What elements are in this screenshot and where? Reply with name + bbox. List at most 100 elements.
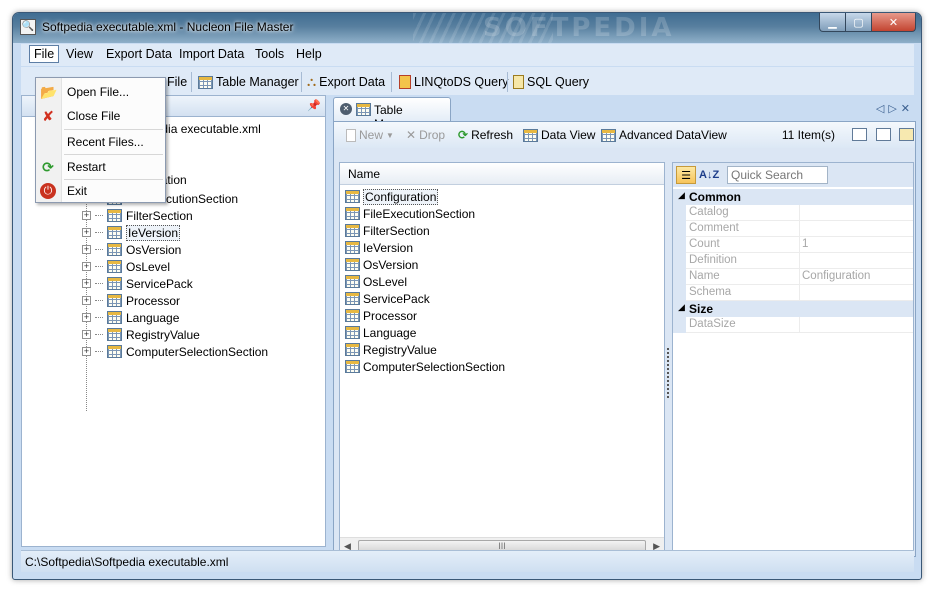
splitter-grip-icon[interactable] [667,348,669,398]
expand-icon[interactable]: + [82,245,91,254]
table-icon [345,309,360,322]
table-manager-button[interactable]: Table Manager [198,73,299,91]
document-panel: ✕ Table Manager ◁▷✕ New ▼ ✕ Drop ⟳ R [333,97,916,557]
minimize-button[interactable]: ▁ [819,13,846,32]
table-row[interactable]: FilterSection [345,222,430,239]
table-icon [107,311,122,324]
table-icon [107,328,122,341]
tree-item-label: ServicePack [126,276,193,291]
menu-item-close-file[interactable]: ✘ Close File [36,104,165,128]
linq-icon [399,75,411,89]
expand-icon[interactable]: + [82,347,91,356]
toolbar-separator [391,72,392,92]
menu-item-open-file[interactable]: 📂 Open File... [36,80,165,104]
table-row[interactable]: Processor [345,307,417,324]
table-row[interactable]: OsLevel [345,273,407,290]
table-row[interactable]: ComputerSelectionSection [345,358,505,375]
maximize-button[interactable]: ▢ [846,13,872,32]
tab-navigation-icons[interactable]: ◁▷✕ [876,102,914,115]
collapse-icon[interactable]: ◢ [678,302,685,313]
panel-splitter[interactable] [666,162,670,555]
property-row[interactable]: Definition [673,253,913,269]
toolbar-button-label: LINQtoDS Query [414,75,509,89]
new-button[interactable]: New ▼ [346,128,394,142]
property-row[interactable]: DataSize [673,317,913,333]
details-view-icon[interactable] [852,128,867,141]
tree-item[interactable]: + OsLevel [82,258,170,275]
menu-file[interactable]: File [29,45,60,63]
list-view-icon[interactable] [876,128,891,141]
table-row[interactable]: FileExecutionSection [345,205,475,222]
menu-item-recent-files[interactable]: Recent Files... [36,130,165,154]
app-icon[interactable]: 🔍 [20,19,36,35]
tab-table-manager[interactable]: ✕ Table Manager [333,97,451,131]
expand-icon[interactable]: + [82,228,91,237]
category-common[interactable]: ◢ Common [673,189,913,205]
tree-item[interactable]: + Language [82,309,179,326]
sql-query-button[interactable]: SQL Query [513,73,589,91]
menu-item-restart[interactable]: ⟳ Restart [36,155,165,179]
tree-item-selected[interactable]: + IeVersion [82,224,181,241]
advanced-dataview-button[interactable]: Advanced DataView [601,128,727,142]
close-file-toolbar-button[interactable]: File [167,73,187,91]
open-folder-icon: 📂 [40,84,58,100]
property-row[interactable]: Count 1 [673,237,913,253]
menu-export-data[interactable]: Export Data [106,47,172,61]
tree-item[interactable]: + RegistryValue [82,326,200,343]
expand-icon[interactable]: + [82,313,91,322]
expand-icon[interactable]: + [82,330,91,339]
sql-icon [513,75,524,89]
property-row[interactable]: Name Configuration [673,269,913,285]
drop-button[interactable]: ✕ Drop [406,128,445,142]
tree-item[interactable]: + FilterSection [82,207,193,224]
toolbar-button-label: Table Manager [216,75,299,89]
tiles-view-icon[interactable] [899,128,914,141]
data-view-button[interactable]: Data View [523,128,595,142]
table-row-selected[interactable]: Configuration [345,188,439,205]
property-row[interactable]: Schema [673,285,913,301]
tree-item-label: ComputerSelectionSection [126,344,269,359]
tree-item[interactable]: + ServicePack [82,275,193,292]
sort-alphabetical-icon[interactable]: A↓Z [699,166,719,184]
table-icon [107,243,122,256]
column-header-name[interactable]: Name [340,163,664,185]
table-row[interactable]: RegistryValue [345,341,437,358]
table-row[interactable]: OsVersion [345,256,418,273]
menu-view[interactable]: View [66,47,93,61]
table-row[interactable]: Language [345,324,416,341]
menu-help[interactable]: Help [296,47,322,61]
pin-icon[interactable]: 📌 [307,99,321,112]
table-icon [345,360,360,373]
menu-item-exit[interactable]: ⏻ Exit [36,179,165,203]
category-size[interactable]: ◢ Size [673,301,913,317]
close-window-button[interactable]: ✕ [872,13,916,32]
table-icon [198,75,213,89]
refresh-button[interactable]: ⟳ Refresh [458,128,513,142]
menu-tools[interactable]: Tools [255,47,284,61]
toolbar-separator [191,72,192,92]
expand-icon[interactable]: + [82,296,91,305]
table-row[interactable]: IeVersion [345,239,413,256]
collapse-icon[interactable]: ◢ [678,190,685,201]
table-icon [345,241,360,254]
table-icon [345,326,360,339]
quick-search-input[interactable]: Quick Search [727,166,828,184]
table-row[interactable]: ServicePack [345,290,430,307]
close-tab-icon[interactable]: ✕ [340,103,352,115]
export-data-button[interactable]: ⛬ Export Data [307,73,385,91]
title-bar[interactable]: SOFTPEDIA 🔍 Softpedia executable.xml - N… [13,13,921,43]
expand-icon[interactable]: + [82,262,91,271]
tree-item[interactable]: + OsVersion [82,241,181,258]
tree-item-label: FilterSection [126,208,193,223]
tree-item[interactable]: + Processor [82,292,180,309]
expand-icon[interactable]: + [82,279,91,288]
property-row[interactable]: Catalog [673,205,913,221]
expand-icon[interactable]: + [82,211,91,220]
property-row[interactable]: Comment [673,221,913,237]
toolbar-separator [301,72,302,92]
categorized-view-icon[interactable]: ☰ [676,166,696,184]
linq-query-button[interactable]: LINQtoDS Query [399,73,508,91]
tree-item[interactable]: + ComputerSelectionSection [82,343,268,360]
menu-import-data[interactable]: Import Data [179,47,244,61]
table-icon [107,277,122,290]
